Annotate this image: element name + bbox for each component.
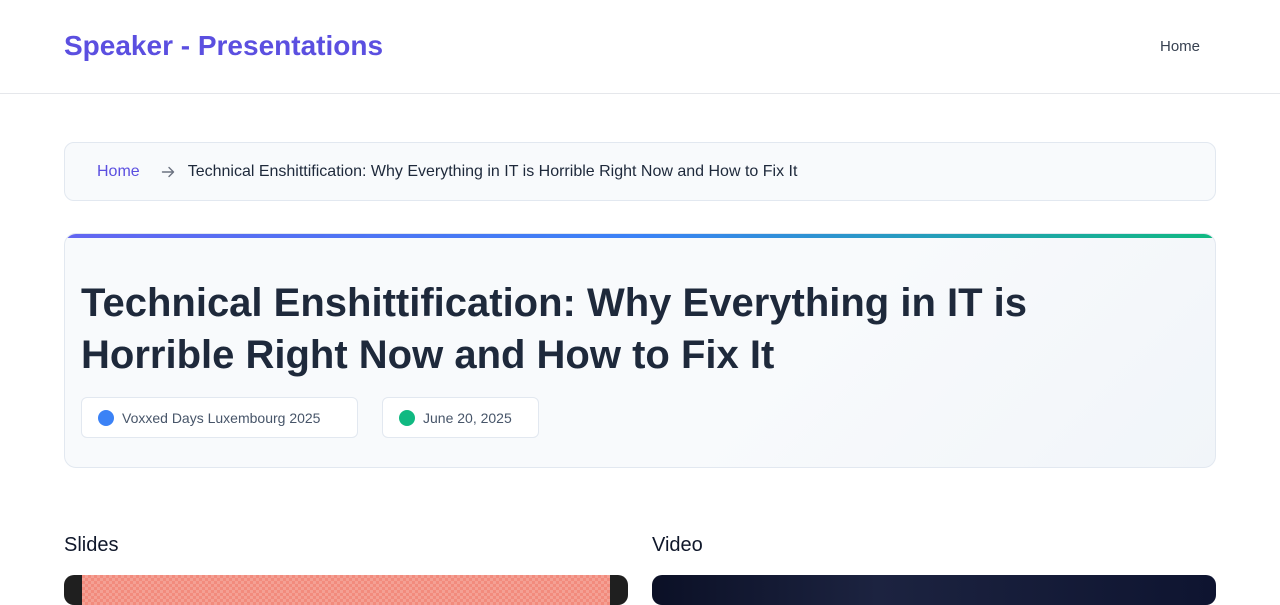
site-title-link[interactable]: Speaker - Presentations [64, 29, 383, 63]
slides-embed[interactable] [64, 575, 628, 605]
presentation-date: June 20, 2025 [423, 409, 512, 426]
date-dot-icon [399, 409, 415, 426]
event-name: Voxxed Days Luxembourg 2025 [122, 409, 321, 426]
slides-heading: Slides [64, 534, 119, 556]
site-header: Speaker - Presentations Home [0, 0, 1280, 94]
video-heading: Video [652, 534, 703, 556]
event-badge: Voxxed Days Luxembourg 2025 [81, 397, 358, 438]
slides-preview [82, 575, 610, 605]
breadcrumb-home-link[interactable]: Home [97, 163, 140, 181]
nav-home-link[interactable]: Home [1160, 37, 1200, 57]
breadcrumb: Home Technical Enshittification: Why Eve… [64, 142, 1216, 201]
event-dot-icon [98, 409, 114, 426]
accent-bar [65, 234, 1215, 238]
arrow-right-icon [160, 164, 176, 180]
breadcrumb-current: Technical Enshittification: Why Everythi… [187, 162, 798, 180]
page-title: Technical Enshittification: Why Everythi… [81, 281, 1028, 377]
video-embed[interactable] [652, 575, 1216, 605]
presentation-header: Technical Enshittification: Why Everythi… [64, 233, 1216, 468]
date-badge: June 20, 2025 [382, 397, 539, 438]
